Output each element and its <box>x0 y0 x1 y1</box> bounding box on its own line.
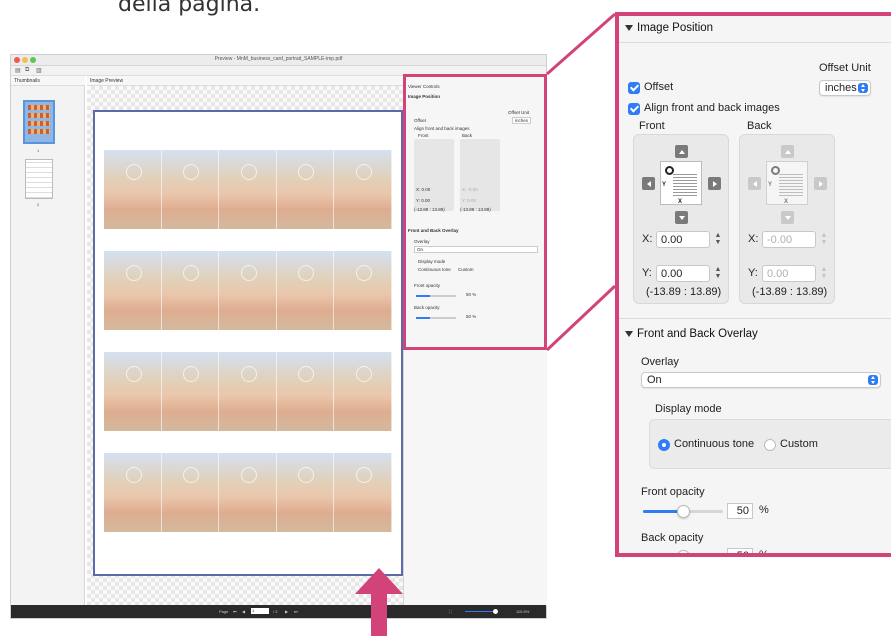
back-page-preview: Y X <box>766 161 808 205</box>
front-range: (-13.89 : 13.89) <box>646 286 722 298</box>
back-y-input: 0.00 <box>762 265 816 282</box>
offset-unit-label: Offset Unit <box>819 62 871 74</box>
front-position-pad[interactable]: Y X X: 0.00 ▲ ▼ Y: 0.00 ▲ ▼ (-13.89 : 13.8… <box>633 134 729 304</box>
back-y-label: Y: <box>748 267 758 279</box>
callout-line-top <box>546 12 616 76</box>
align-images-label: Align front and back images <box>644 102 780 114</box>
move-down-icon <box>781 211 794 224</box>
overlay-select[interactable]: On <box>641 372 881 388</box>
move-down-icon[interactable] <box>675 211 688 224</box>
front-y-label: Y: <box>642 267 652 279</box>
y-axis-label: Y <box>768 182 773 188</box>
back-x-stepper: ▲ ▼ <box>820 232 828 246</box>
move-up-icon[interactable] <box>675 145 688 158</box>
back-label: Back <box>747 120 772 132</box>
image-position-title: Image Position <box>637 22 714 34</box>
continuous-tone-label: Continuous tone <box>674 438 755 450</box>
divider <box>619 318 891 319</box>
front-x-label: X: <box>642 233 653 245</box>
front-page-preview: Y X <box>660 161 702 205</box>
divider <box>619 42 891 43</box>
align-images-checkbox[interactable] <box>628 103 640 115</box>
select-arrows-icon <box>868 375 878 385</box>
move-up-icon <box>781 145 794 158</box>
back-x-input: -0.00 <box>762 231 816 248</box>
front-label: Front <box>639 120 665 132</box>
disclosure-triangle-icon[interactable] <box>625 331 633 337</box>
overlay-value: On <box>647 374 662 386</box>
disclosure-triangle-icon[interactable] <box>625 25 633 31</box>
move-right-icon <box>814 177 827 190</box>
overlay-section-title: Front and Back Overlay <box>637 328 758 340</box>
move-left-icon <box>748 177 761 190</box>
select-arrows-icon <box>858 83 868 93</box>
front-y-stepper[interactable]: ▲ ▼ <box>714 266 722 281</box>
image-position-header[interactable]: Image Position <box>625 22 713 34</box>
back-opacity-slider[interactable] <box>643 550 690 557</box>
offset-label: Offset <box>644 81 674 93</box>
front-opacity-knob[interactable] <box>677 505 690 518</box>
back-opacity-knob[interactable] <box>677 550 690 553</box>
continuous-tone-radio[interactable] <box>658 439 670 451</box>
front-opacity-label: Front opacity <box>641 486 705 498</box>
back-range: (-13.89 : 13.89) <box>752 286 828 298</box>
offset-unit-select[interactable]: inches <box>819 80 871 96</box>
offset-unit-value: inches <box>825 82 857 94</box>
text-lines-icon <box>779 174 803 196</box>
front-opacity-slider[interactable] <box>643 505 723 518</box>
move-right-icon[interactable] <box>708 177 721 190</box>
back-y-stepper: ▲ ▼ <box>820 266 828 280</box>
custom-radio[interactable] <box>764 439 776 451</box>
back-x-label: X: <box>748 233 759 245</box>
overlay-section-header[interactable]: Front and Back Overlay <box>625 328 758 340</box>
zoomed-controls-callout: Image Position Offset Unit inches Offset… <box>615 12 891 557</box>
back-opacity-percent: % <box>759 549 769 557</box>
back-opacity-fill <box>643 555 683 557</box>
custom-label: Custom <box>780 438 818 450</box>
overlay-label: Overlay <box>641 356 679 368</box>
y-axis-label: Y <box>662 182 667 188</box>
zoomed-controls-panel: Image Position Offset Unit inches Offset… <box>619 16 891 553</box>
x-axis-label: X <box>784 199 789 205</box>
front-opacity-input[interactable]: 50 <box>727 503 753 519</box>
x-axis-label: X <box>678 199 683 205</box>
move-left-icon[interactable] <box>642 177 655 190</box>
pointer-arrow-stem <box>371 590 387 636</box>
display-mode-group: Continuous tone Custom <box>649 419 891 469</box>
offset-checkbox[interactable] <box>628 82 640 94</box>
front-x-input[interactable]: 0.00 <box>656 231 710 248</box>
front-x-stepper[interactable]: ▲ ▼ <box>714 232 722 247</box>
text-lines-icon <box>673 174 697 196</box>
front-y-input[interactable]: 0.00 <box>656 265 710 282</box>
back-opacity-label: Back opacity <box>641 532 704 544</box>
callout-line-bottom <box>545 284 617 352</box>
back-opacity-input[interactable]: 50 <box>727 548 753 553</box>
back-position-pad: Y X X: -0.00 ▲ ▼ Y: 0.00 ▲ ▼ (-13.89 : 13.… <box>739 134 835 304</box>
front-opacity-percent: % <box>759 504 769 516</box>
display-mode-label: Display mode <box>655 403 722 415</box>
